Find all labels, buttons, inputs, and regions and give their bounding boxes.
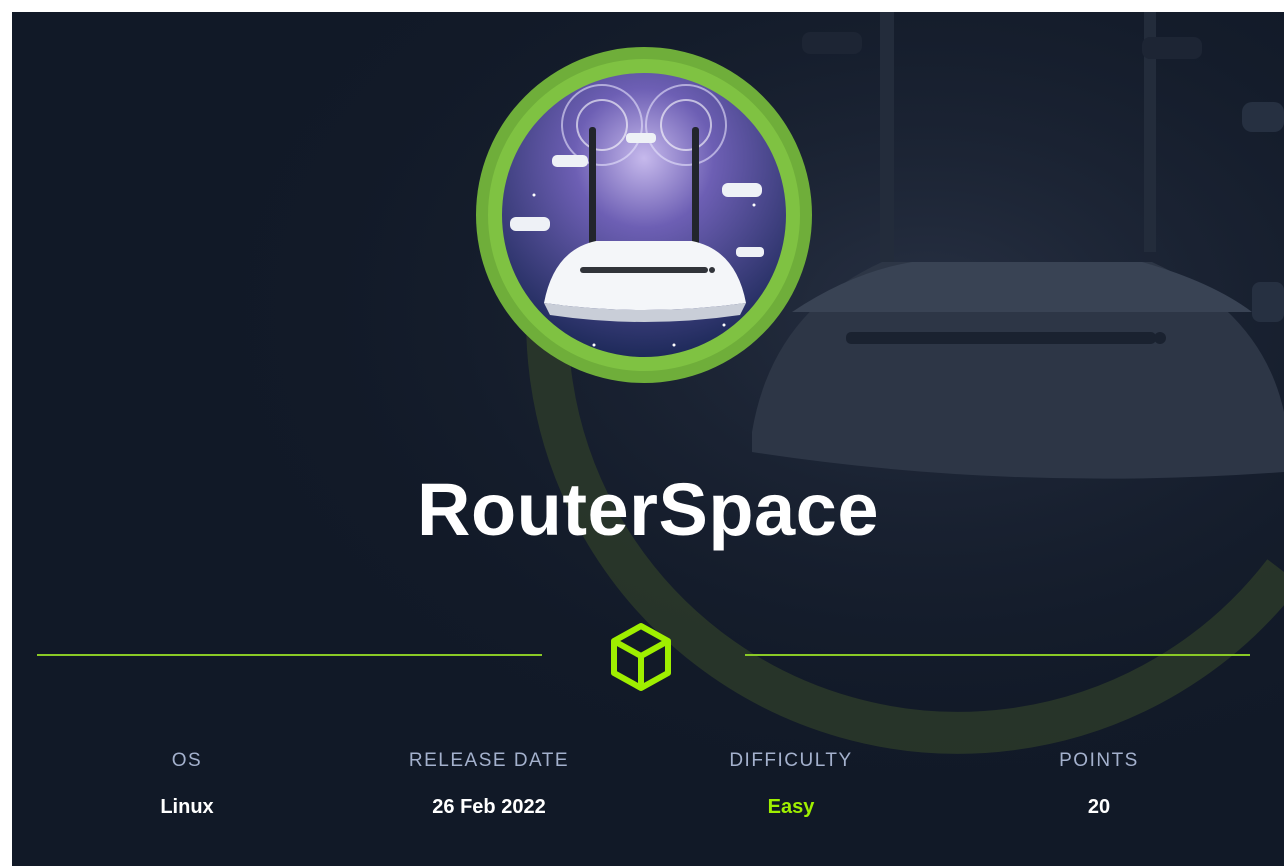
machine-avatar xyxy=(476,47,812,383)
machine-title: RouterSpace xyxy=(417,468,879,551)
stat-label: POINTS xyxy=(1059,750,1139,771)
machine-card: RouterSpace OS Linux RELEASE DATE 26 Feb… xyxy=(12,12,1284,866)
stat-value: Linux xyxy=(160,796,214,818)
stat-label: RELEASE DATE xyxy=(408,750,570,771)
stat-release-date: RELEASE DATE 26 Feb 2022 xyxy=(359,750,619,819)
divider-left xyxy=(37,654,542,656)
stat-os: OS Linux xyxy=(57,750,317,819)
difficulty-badge: Easy xyxy=(767,796,815,818)
stat-value: 20 xyxy=(1087,796,1111,818)
box-icon xyxy=(611,623,671,691)
stat-label: DIFFICULTY xyxy=(729,750,853,771)
divider-right xyxy=(745,654,1250,656)
stat-value: 26 Feb 2022 xyxy=(432,796,546,818)
stat-points: POINTS 20 xyxy=(969,750,1229,819)
machine-stats: OS Linux RELEASE DATE 26 Feb 2022 DIFFIC… xyxy=(12,750,1284,840)
stat-label: OS xyxy=(171,750,203,771)
stat-difficulty: DIFFICULTY Easy xyxy=(661,750,921,819)
